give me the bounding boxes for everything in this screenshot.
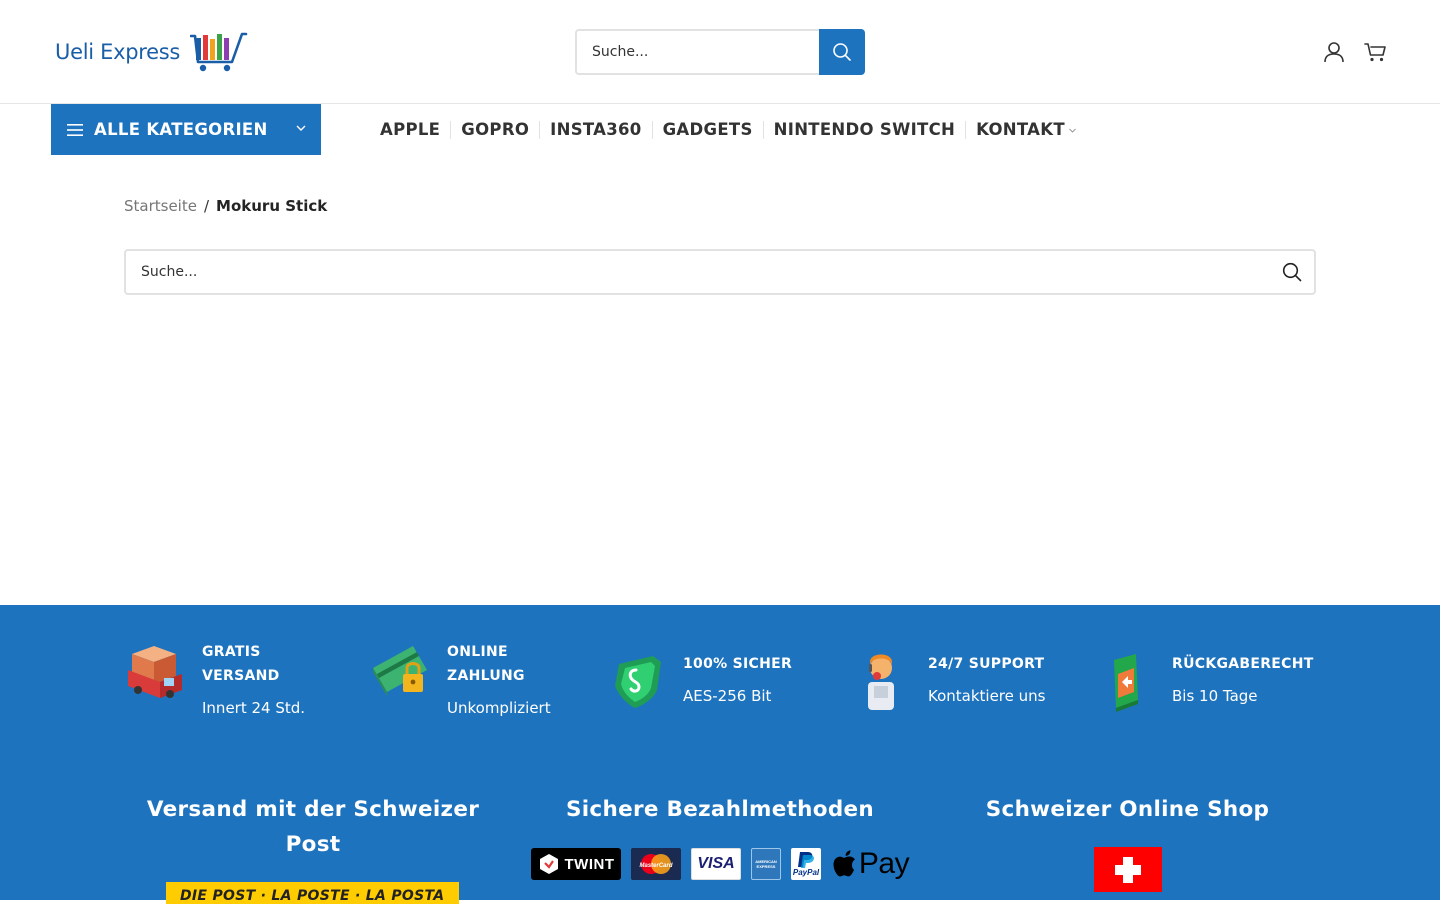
feature-secure: 100% SICHER AES-256 Bit xyxy=(605,652,792,714)
shipping-column-title: Versand mit der Schweizer Post xyxy=(146,797,480,857)
mastercard-logo: MasterCard xyxy=(631,848,681,880)
chevron-down-icon xyxy=(296,125,306,131)
cart-icon[interactable] xyxy=(1364,40,1388,64)
feature-free-shipping: GRATIS VERSAND Innert 24 Std. xyxy=(124,640,305,719)
shop-column-title: Schweizer Online Shop xyxy=(985,797,1270,822)
feature-subtitle: Kontaktiere uns xyxy=(928,687,1046,705)
amex-logo: AMERICAN EXPRESS xyxy=(751,848,781,880)
feature-return-text: RÜCKGABERECHT Bis 10 Tage xyxy=(1172,652,1314,714)
swiss-flag-icon xyxy=(1094,847,1162,892)
header-actions xyxy=(1322,40,1388,64)
menu-icon xyxy=(67,123,83,136)
twint-logo: TWINT xyxy=(531,848,621,880)
feature-title: GRATIS xyxy=(202,644,261,660)
breadcrumb: Startseite / Mokuru Stick xyxy=(124,197,327,215)
nav-item-gadgets[interactable]: GADGETS xyxy=(653,120,763,139)
swiss-post-banner: DIE POST · LA POSTE · LA POSTA xyxy=(166,882,459,904)
breadcrumb-current: Mokuru Stick xyxy=(216,197,328,215)
nav-item-gopro[interactable]: GOPRO xyxy=(451,120,539,139)
main-navigation: APPLE GOPRO INSTA360 GADGETS NINTENDO SW… xyxy=(370,104,1087,155)
credit-card-lock-icon xyxy=(373,646,427,696)
feature-support: 24/7 SUPPORT Kontaktiere uns xyxy=(850,652,1045,714)
breadcrumb-divider: / xyxy=(203,197,210,215)
feature-subtitle: AES-256 Bit xyxy=(683,687,772,705)
search-icon[interactable] xyxy=(1282,262,1302,282)
header-search-input[interactable] xyxy=(575,29,819,75)
logo-text: Ueli Express xyxy=(55,40,181,64)
svg-text:MasterCard: MasterCard xyxy=(639,863,672,869)
user-icon[interactable] xyxy=(1322,40,1346,64)
site-logo[interactable]: Ueli Express xyxy=(55,28,248,76)
twint-icon xyxy=(539,854,558,874)
breadcrumb-home-link[interactable]: Startseite xyxy=(124,197,197,215)
support-agent-icon xyxy=(868,654,894,710)
paypal-logo: PayPal xyxy=(791,848,821,880)
swiss-post-banner-text: DIE POST · LA POSTE · LA POSTA xyxy=(180,888,445,904)
shield-icon xyxy=(615,656,661,708)
feature-subtitle: Bis 10 Tage xyxy=(1172,687,1258,705)
feature-title: 24/7 SUPPORT xyxy=(928,656,1045,672)
chevron-down-icon xyxy=(1069,128,1076,133)
feature-title: ONLINE xyxy=(447,644,508,660)
feature-title: VERSAND xyxy=(202,668,280,684)
nav-item-kontakt-label: KONTAKT xyxy=(976,120,1065,139)
nav-item-nintendo-switch[interactable]: NINTENDO SWITCH xyxy=(764,120,965,139)
feature-support-text: 24/7 SUPPORT Kontaktiere uns xyxy=(928,652,1045,714)
all-categories-button[interactable]: ALLE KATEGORIEN xyxy=(51,104,321,155)
nav-item-insta360[interactable]: INSTA360 xyxy=(540,120,651,139)
search-icon xyxy=(833,43,851,61)
payment-column-title: Sichere Bezahlmethoden xyxy=(565,797,875,822)
delivery-truck-icon xyxy=(128,646,182,698)
feature-subtitle: Unkompliziert xyxy=(447,699,551,717)
paypal-icon xyxy=(798,852,814,868)
all-categories-label: ALLE KATEGORIEN xyxy=(94,120,268,139)
header-search xyxy=(575,29,865,75)
visa-logo: VISA xyxy=(691,848,741,880)
feature-title: 100% SICHER xyxy=(683,656,793,672)
feature-free-shipping-text: GRATIS VERSAND Innert 24 Std. xyxy=(202,640,305,719)
feature-return: RÜCKGABERECHT Bis 10 Tage xyxy=(1094,652,1314,714)
content-search xyxy=(124,249,1316,295)
feature-subtitle: Innert 24 Std. xyxy=(202,699,306,717)
header-search-button[interactable] xyxy=(819,29,865,75)
header-top: Ueli Express xyxy=(0,0,1440,104)
mastercard-icon: MasterCard xyxy=(639,854,673,874)
apple-pay-logo: Pay xyxy=(831,847,911,880)
feature-title: ZAHLUNG xyxy=(447,668,525,684)
footer: GRATIS VERSAND Innert 24 Std. ONLINE ZAH… xyxy=(0,605,1440,904)
feature-secure-text: 100% SICHER AES-256 Bit xyxy=(683,652,792,714)
shopping-cart-logo-icon xyxy=(190,32,248,72)
feature-online-payment: ONLINE ZAHLUNG Unkompliziert xyxy=(369,640,551,719)
nav-item-kontakt[interactable]: KONTAKT xyxy=(966,120,1087,139)
apple-icon xyxy=(833,850,855,877)
feature-online-payment-text: ONLINE ZAHLUNG Unkompliziert xyxy=(447,640,551,719)
return-box-icon xyxy=(1114,654,1138,712)
content-search-input[interactable] xyxy=(126,251,1314,293)
payment-logos: TWINT MasterCard VISA AMERICAN EXPRESS P… xyxy=(531,847,911,880)
feature-title: RÜCKGABERECHT xyxy=(1172,656,1314,672)
nav-item-apple[interactable]: APPLE xyxy=(370,120,450,139)
